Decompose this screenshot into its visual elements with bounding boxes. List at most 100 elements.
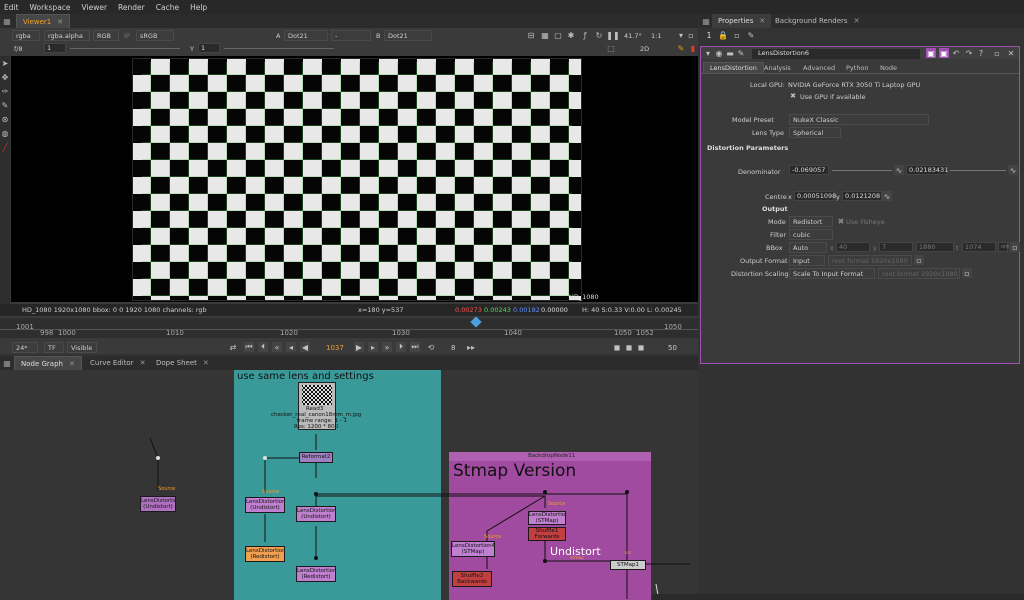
viewer-canvas[interactable]: HD_1080	[11, 56, 698, 302]
distortion-scaling-select[interactable]: Scale To Input Format	[789, 268, 875, 279]
tab-analysis[interactable]: Analysis	[758, 62, 797, 73]
centre-x-field[interactable]: 0.00051098	[794, 191, 836, 201]
bbox-end-field[interactable]: ore	[998, 242, 1009, 252]
visible-select[interactable]: Visible	[67, 342, 97, 353]
ip-toggle[interactable]: IP	[124, 32, 130, 40]
denominator-b-slider[interactable]	[950, 170, 1006, 171]
lut-select[interactable]: sRGB	[136, 30, 174, 41]
brush-tool-icon[interactable]: ✎	[0, 100, 10, 110]
bezier-tool-icon[interactable]: ✑	[0, 86, 10, 96]
gamma-field[interactable]: 1	[198, 43, 220, 53]
lens-distortion6-node[interactable]: LensDistortion6 (Redistort)	[245, 546, 285, 562]
tab-node-icon[interactable]: ▬	[725, 48, 735, 58]
distortion-scaling-menu-icon[interactable]: ▫	[962, 268, 972, 278]
tab-background-renders[interactable]: Background Renders ✕	[769, 14, 865, 28]
sync-icon[interactable]: ↻	[594, 30, 604, 40]
viewer-node-icon[interactable]: ◉	[714, 48, 724, 58]
lens-type-select[interactable]: Spherical	[789, 127, 841, 138]
zoom-ratio[interactable]: 1:1	[651, 32, 661, 40]
tab-advanced[interactable]: Advanced	[797, 62, 841, 73]
lens-distortion4-node[interactable]: LensDistortion4 (STMap)	[451, 541, 495, 557]
menu-viewer[interactable]: Viewer	[82, 3, 108, 12]
denominator-a-anim-icon[interactable]: ∿	[894, 165, 904, 175]
node-name-field[interactable]: LensDistortion6	[752, 49, 920, 59]
colorspace-select[interactable]: RGB	[93, 30, 119, 41]
next-key-icon[interactable]: ⏵	[396, 342, 406, 352]
select-tool-icon[interactable]: ➤	[0, 58, 10, 68]
use-gpu-checkbox[interactable]: ✖	[788, 91, 798, 101]
next-frame-icon[interactable]: ▸	[368, 342, 378, 352]
gain-slider[interactable]	[70, 48, 180, 49]
timeline[interactable]	[0, 316, 698, 338]
gamma-slider[interactable]	[224, 48, 334, 49]
tab-lensdistortion[interactable]: LensDistortion	[703, 62, 764, 73]
denominator-a-slider[interactable]	[832, 170, 892, 171]
alpha-select[interactable]: rgba.alpha	[44, 30, 90, 41]
float-panel-icon[interactable]: ▫	[732, 30, 742, 40]
menu-cache[interactable]: Cache	[156, 3, 179, 12]
denominator-b-field[interactable]: 0.02183431	[906, 165, 948, 175]
timeline-in[interactable]: 1001	[16, 323, 34, 331]
mode-select[interactable]: Redistort	[789, 216, 833, 227]
output-format-select[interactable]: Input	[789, 255, 825, 266]
cache-stop-icon[interactable]: ◼	[612, 342, 622, 352]
prev-key-icon[interactable]: ⏴	[258, 342, 268, 352]
max-panels-field[interactable]: 1	[704, 30, 714, 40]
tf-select[interactable]: TF	[44, 342, 64, 353]
use-fisheye-checkbox[interactable]: ✖	[836, 216, 846, 226]
viewer-mode-2d[interactable]: 2D	[640, 45, 649, 53]
play-back-icon[interactable]: ◀	[300, 342, 310, 352]
redo-icon[interactable]: ↷	[964, 48, 974, 58]
shuffle1-node[interactable]: Shuffle1 Forwards	[528, 527, 566, 541]
shuffle2-node[interactable]: Shuffle2 Backwards	[452, 571, 492, 587]
roi-icon[interactable]: ▢	[553, 30, 563, 40]
undo-icon[interactable]: ↶	[951, 48, 961, 58]
lens-distortion5-node[interactable]: LensDistortion5 (STMap)	[528, 511, 566, 525]
fx-icon[interactable]: ƒ	[580, 30, 590, 40]
close-node-icon[interactable]: ✕	[1006, 48, 1016, 58]
paint-tool-icon[interactable]: ╱	[0, 142, 10, 152]
help-icon[interactable]: ?	[976, 48, 986, 58]
node-close-icon[interactable]: ✎	[736, 48, 746, 58]
lens-undistort-node[interactable]: LensDistortion (Undistort)	[140, 496, 176, 512]
pencil-icon[interactable]: ✎	[746, 30, 756, 40]
centre-y-field[interactable]: 0.0121208	[842, 191, 882, 201]
transform-tool-icon[interactable]: ✥	[0, 72, 10, 82]
node-color2-icon[interactable]: ▣	[939, 48, 949, 58]
bounce-icon[interactable]: ⟲	[426, 342, 436, 352]
pen-icon[interactable]: ✎	[676, 43, 686, 53]
output-format-value[interactable]: root.format 1920x1080	[828, 255, 912, 266]
bbox-r-field[interactable]: 1880	[916, 242, 954, 252]
bbox-t-field[interactable]: 1074	[962, 242, 996, 252]
menu-help[interactable]: Help	[190, 3, 207, 12]
blur-tool-icon[interactable]: ◍	[0, 128, 10, 138]
lens-distortion1-node[interactable]: LensDistortion1 (Undistort)	[296, 506, 336, 522]
zoom-level[interactable]: 41.7°	[624, 32, 642, 40]
tab-node[interactable]: Node	[874, 62, 903, 73]
viewer-settings-icon[interactable]: ▾	[676, 30, 686, 40]
distortion-scaling-value[interactable]: root.format 1920x1080	[878, 268, 960, 279]
model-preset-select[interactable]: NukeX Classic	[789, 114, 929, 125]
tab-python[interactable]: Python	[840, 62, 875, 73]
playhead[interactable]	[470, 316, 482, 328]
cache-play-icon[interactable]: ◼	[636, 342, 646, 352]
bbox-menu-icon[interactable]: ▫	[1010, 242, 1020, 252]
collapse-icon[interactable]: ▾	[703, 48, 713, 58]
menu-workspace[interactable]: Workspace	[30, 3, 71, 12]
lens-distortion2-node[interactable]: LensDistortion2 (Redistort)	[296, 566, 336, 582]
back-inc-icon[interactable]: «	[272, 342, 282, 352]
filter-select[interactable]: cubic	[789, 229, 833, 240]
current-frame[interactable]: 1037	[326, 344, 344, 352]
gain-icon[interactable]: ✱	[566, 30, 576, 40]
color-icon[interactable]: ▮	[688, 43, 698, 53]
a-input-select[interactable]: Dot21	[284, 30, 328, 41]
prev-frame-icon[interactable]: ◂	[286, 342, 296, 352]
output-format-menu-icon[interactable]: ▫	[914, 255, 924, 265]
frame-field[interactable]: 1	[44, 43, 66, 53]
bbox-x-field[interactable]: 40	[836, 242, 870, 252]
timeline-out[interactable]: 1050	[664, 323, 682, 331]
channels-select[interactable]: rgba	[12, 30, 40, 41]
float-node-icon[interactable]: ▫	[992, 48, 1002, 58]
menu-render[interactable]: Render	[118, 3, 145, 12]
denominator-b-anim-icon[interactable]: ∿	[1008, 165, 1018, 175]
